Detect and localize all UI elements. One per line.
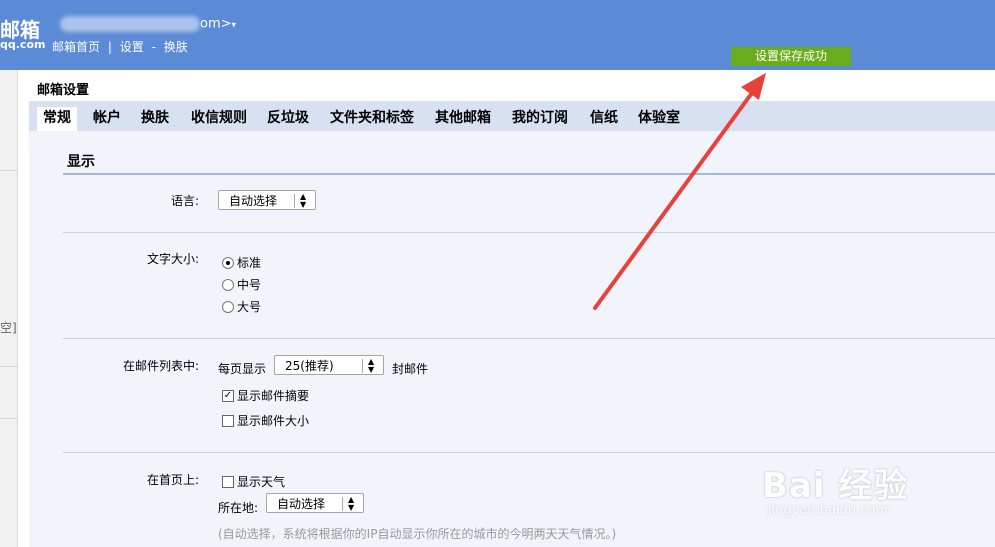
settings-tabs: 常规 帐户 换肤 收信规则 反垃圾 文件夹和标签 其他邮箱 我的订阅 信纸 体验… — [29, 101, 995, 131]
per-page-select[interactable]: 25(推荐) ▲ ▼ — [274, 355, 384, 375]
font-size-large-radio[interactable]: 大号 — [222, 298, 261, 315]
tab-stationery[interactable]: 信纸 — [590, 107, 618, 131]
select-arrows-icon: ▲ ▼ — [300, 192, 307, 209]
link-skin[interactable]: 换肤 — [164, 40, 188, 54]
radio-unchecked-icon — [222, 300, 234, 313]
select-separator — [342, 497, 343, 511]
section-title-display: 显示 — [67, 154, 95, 170]
row-divider — [63, 338, 995, 339]
header-links: 邮箱首页 | 设置 - 换肤 — [52, 38, 192, 55]
select-separator — [362, 359, 363, 373]
location-select[interactable]: 自动选择 ▲ ▼ — [266, 493, 364, 513]
home-page-label: 在首页上: — [146, 473, 199, 487]
row-divider — [63, 452, 995, 453]
weather-note: (自动选择，系统将根据你的IP自动显示你所在的城市的今明两天天气情况。) — [218, 527, 617, 541]
radio-checked-icon — [222, 256, 234, 269]
checkbox-unchecked-icon — [222, 475, 234, 488]
left-sidebar: 空] — [0, 70, 18, 547]
tab-anti-spam[interactable]: 反垃圾 — [267, 107, 309, 131]
show-summary-label: 显示邮件摘要 — [237, 389, 310, 403]
page-title: 邮箱设置 — [37, 83, 90, 98]
baidu-watermark-url: jingyan.baidu.com — [768, 503, 888, 518]
tab-folders-labels[interactable]: 文件夹和标签 — [330, 107, 414, 131]
tab-lab[interactable]: 体验室 — [638, 107, 680, 131]
account-suffix: om> — [200, 16, 232, 32]
tab-my-subscriptions[interactable]: 我的订阅 — [512, 107, 568, 131]
language-label: 语言: — [170, 194, 199, 208]
chevron-down-icon[interactable]: ▾ — [232, 21, 237, 31]
baidu-watermark: Bai 经验 — [762, 466, 909, 506]
account-email-blurred — [60, 16, 200, 32]
show-weather-checkbox[interactable]: 显示天气 — [222, 473, 285, 490]
tab-receive-rules[interactable]: 收信规则 — [191, 107, 247, 131]
sidebar-divider — [0, 366, 17, 367]
font-size-option-label: 中号 — [237, 278, 262, 292]
per-page-select-value: 25(推荐) — [285, 359, 334, 373]
per-page-prefix: 每页显示 — [218, 362, 267, 376]
mail-brand-sub: qq.com — [0, 38, 46, 51]
show-size-label: 显示邮件大小 — [237, 414, 310, 428]
language-select[interactable]: 自动选择 ▲ ▼ — [218, 190, 316, 210]
tab-account[interactable]: 帐户 — [93, 107, 121, 131]
font-size-standard-radio[interactable]: 标准 — [222, 254, 261, 271]
row-divider — [63, 232, 995, 233]
checkbox-checked-icon: ✓ — [222, 389, 234, 402]
language-select-value: 自动选择 — [229, 194, 278, 208]
font-size-medium-radio[interactable]: 中号 — [222, 276, 261, 293]
radio-unchecked-icon — [222, 278, 234, 291]
save-success-toast: 设置保存成功 — [731, 47, 851, 66]
location-select-value: 自动选择 — [277, 497, 326, 511]
checkbox-unchecked-icon — [222, 414, 234, 427]
show-summary-checkbox[interactable]: ✓ 显示邮件摘要 — [222, 387, 309, 404]
show-size-checkbox[interactable]: 显示邮件大小 — [222, 412, 309, 429]
show-weather-label: 显示天气 — [237, 475, 286, 489]
sidebar-divider — [0, 418, 17, 419]
sidebar-divider — [0, 170, 17, 171]
tab-general[interactable]: 常规 — [37, 107, 77, 131]
sidebar-fragment-text[interactable]: 空] — [0, 319, 17, 336]
select-arrows-icon: ▲ ▼ — [368, 357, 375, 374]
font-size-label: 文字大小: — [146, 252, 199, 266]
section-divider — [63, 173, 995, 175]
select-separator — [294, 194, 295, 208]
location-label: 所在地: — [218, 501, 259, 515]
link-separator: - — [151, 40, 156, 54]
link-mail-home[interactable]: 邮箱首页 — [52, 40, 100, 54]
link-separator: | — [107, 40, 112, 54]
header-bar: 邮箱 qq.com om>▾ 邮箱首页 | 设置 - 换肤 设置保存成功 — [0, 0, 995, 70]
per-page-suffix: 封邮件 — [392, 362, 429, 376]
select-arrows-icon: ▲ ▼ — [348, 495, 355, 512]
tab-skin[interactable]: 换肤 — [141, 107, 169, 131]
font-size-option-label: 标准 — [237, 256, 262, 270]
mail-list-label: 在邮件列表中: — [122, 359, 199, 373]
tab-other-mailboxes[interactable]: 其他邮箱 — [435, 107, 491, 131]
font-size-option-label: 大号 — [237, 300, 262, 314]
link-settings[interactable]: 设置 — [120, 40, 144, 54]
account-switcher[interactable]: om>▾ — [60, 16, 240, 36]
